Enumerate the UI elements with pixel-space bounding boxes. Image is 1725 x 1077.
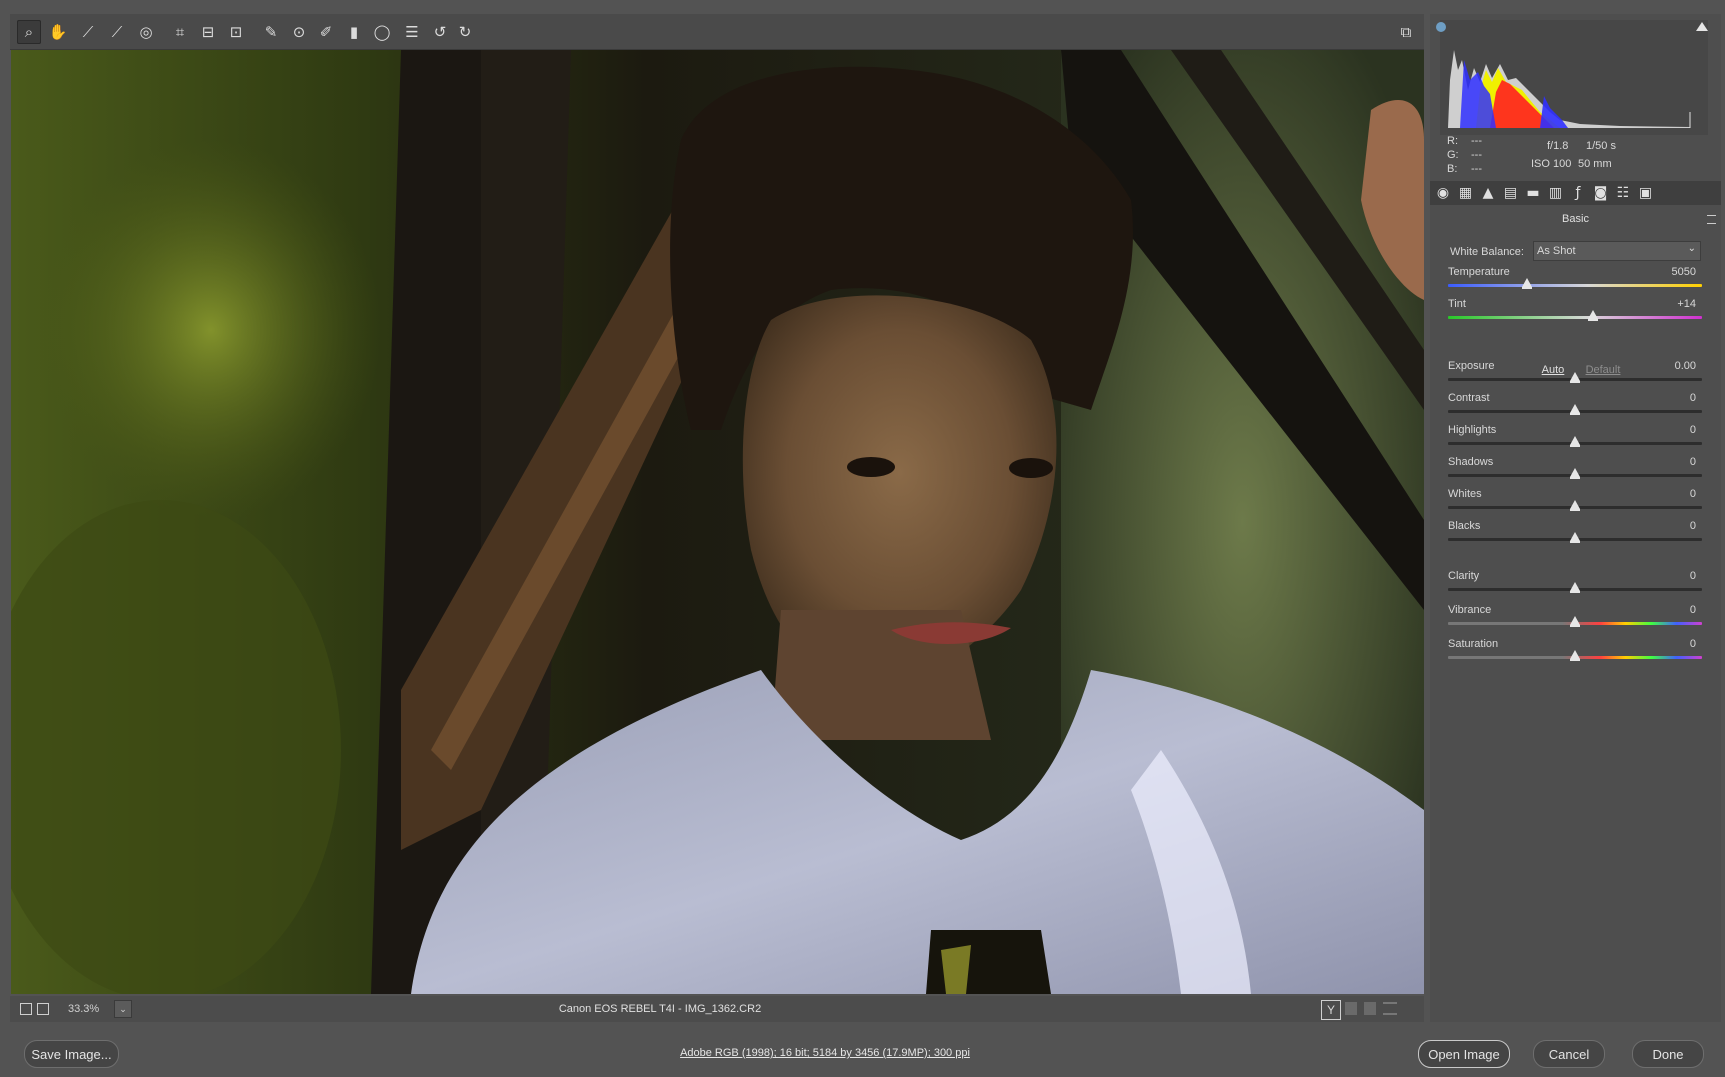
transform-tool-icon[interactable]: ⊡ xyxy=(224,20,248,44)
photo-canvas xyxy=(11,50,1424,994)
bottom-bar: Save Image... Adobe RGB (1998); 16 bit; … xyxy=(0,1024,1725,1077)
highlights-value[interactable]: 0 xyxy=(1646,424,1696,436)
single-view-icon[interactable] xyxy=(20,1003,32,1015)
open-image-button[interactable]: Open Image xyxy=(1418,1040,1510,1068)
graduated-filter-tool-icon[interactable]: ▮ xyxy=(342,20,366,44)
cancel-button[interactable]: Cancel xyxy=(1533,1040,1605,1068)
contrast-value[interactable]: 0 xyxy=(1646,392,1696,404)
clarity-slider-thumb[interactable] xyxy=(1570,582,1580,593)
highlights-label: Highlights xyxy=(1448,424,1497,436)
workflow-options-link[interactable]: Adobe RGB (1998); 16 bit; 5184 by 3456 (… xyxy=(600,1047,1050,1059)
targeted-adjustment-tool-icon[interactable]: ◎ xyxy=(134,20,158,44)
red-eye-tool-icon[interactable]: ⊙ xyxy=(287,20,311,44)
white-balance-tool-icon[interactable]: ⟋ xyxy=(76,20,100,44)
shadows-value[interactable]: 0 xyxy=(1646,456,1696,468)
temperature-value[interactable]: 5050 xyxy=(1646,266,1696,278)
done-button[interactable]: Done xyxy=(1632,1040,1704,1068)
spot-removal-tool-icon[interactable]: ✎ xyxy=(259,20,283,44)
exposure-label: Exposure xyxy=(1448,360,1495,372)
whites-label: Whites xyxy=(1448,488,1482,500)
adjustment-brush-tool-icon[interactable]: ✐ xyxy=(314,20,338,44)
blacks-value[interactable]: 0 xyxy=(1646,520,1696,532)
right-panel: R: --- G: --- B: --- f/1.8 1/50 s ISO 10… xyxy=(1430,14,1721,1022)
swap-settings-icon[interactable] xyxy=(1345,1002,1357,1015)
copy-settings-icon[interactable] xyxy=(1364,1002,1376,1015)
tint-label: Tint xyxy=(1448,298,1466,310)
before-after-y-button[interactable]: Y xyxy=(1321,1000,1341,1020)
temperature-label: Temperature xyxy=(1448,266,1510,278)
temperature-slider-thumb[interactable] xyxy=(1521,278,1532,289)
exposure-value[interactable]: 0.00 xyxy=(1646,360,1696,372)
tint-slider-thumb[interactable] xyxy=(1587,310,1598,321)
shadows-label: Shadows xyxy=(1448,456,1494,468)
tint-value[interactable]: +14 xyxy=(1646,298,1696,310)
saturation-value[interactable]: 0 xyxy=(1646,638,1696,650)
temperature-slider[interactable] xyxy=(1448,284,1702,287)
zoom-dropdown-icon[interactable]: ⌄ xyxy=(114,1000,132,1018)
whites-value[interactable]: 0 xyxy=(1646,488,1696,500)
vibrance-label: Vibrance xyxy=(1448,604,1492,616)
vibrance-slider-thumb[interactable] xyxy=(1570,616,1580,627)
color-sampler-tool-icon[interactable]: ⟋ xyxy=(105,20,129,44)
default-link[interactable]: Default xyxy=(1578,364,1628,376)
saturation-slider-thumb[interactable] xyxy=(1570,650,1580,661)
blacks-label: Blacks xyxy=(1448,520,1481,532)
whites-slider-thumb[interactable] xyxy=(1570,500,1580,511)
rotate-cw-tool-icon[interactable]: ↻ xyxy=(453,20,477,44)
radial-filter-tool-icon[interactable]: ◯ xyxy=(370,20,394,44)
toggle-settings-icon[interactable] xyxy=(1383,1002,1397,1015)
image-preview[interactable] xyxy=(11,50,1424,994)
zoom-level[interactable]: 33.3% xyxy=(68,1003,108,1017)
auto-link[interactable]: Auto xyxy=(1533,364,1573,376)
contrast-slider-thumb[interactable] xyxy=(1570,404,1580,415)
crop-tool-icon[interactable]: ⌗ xyxy=(168,20,192,44)
highlights-slider-thumb[interactable] xyxy=(1570,436,1580,447)
straighten-tool-icon[interactable]: ⊟ xyxy=(196,20,220,44)
compare-view-icon[interactable] xyxy=(37,1003,49,1015)
saturation-label: Saturation xyxy=(1448,638,1499,650)
zoom-tool-icon[interactable]: ⌕ xyxy=(17,20,41,44)
blacks-slider-thumb[interactable] xyxy=(1570,532,1580,543)
clarity-label: Clarity xyxy=(1448,570,1480,582)
toolbar: ⌕ ✋ ⟋ ⟋ ◎ ⌗ ⊟ ⊡ ✎ ⊙ ✐ ▮ ◯ ☰ ↺ ↻ ⧉ xyxy=(10,14,1424,50)
basic-sliders: Temperature 5050 Tint +14 Exposure 0.00 Contra… xyxy=(1430,14,1721,1022)
file-name: Canon EOS REBEL T4I - IMG_1362.CR2 xyxy=(558,1003,762,1015)
contrast-label: Contrast xyxy=(1448,392,1490,404)
clarity-value[interactable]: 0 xyxy=(1646,570,1696,582)
fullscreen-icon[interactable]: ⧉ xyxy=(1394,20,1418,44)
tint-slider[interactable] xyxy=(1448,316,1702,319)
preferences-tool-icon[interactable]: ☰ xyxy=(400,20,424,44)
vibrance-value[interactable]: 0 xyxy=(1646,604,1696,616)
hand-tool-icon[interactable]: ✋ xyxy=(46,20,70,44)
rotate-ccw-tool-icon[interactable]: ↺ xyxy=(428,20,452,44)
save-image-button[interactable]: Save Image... xyxy=(24,1040,119,1068)
status-bar: 33.3% ⌄ Canon EOS REBEL T4I - IMG_1362.C… xyxy=(10,996,1424,1022)
shadows-slider-thumb[interactable] xyxy=(1570,468,1580,479)
